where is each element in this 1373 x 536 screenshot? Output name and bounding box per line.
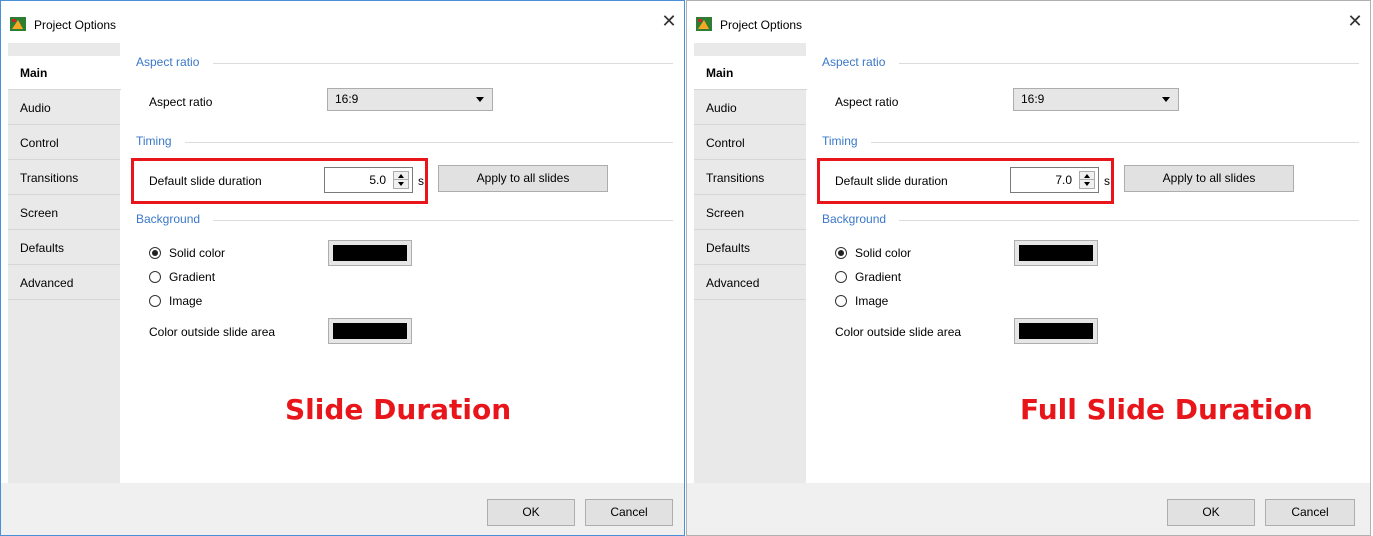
full-slide-duration-caption: Full Slide Duration: [1020, 393, 1313, 426]
tab-screen[interactable]: Screen: [694, 196, 806, 230]
project-options-dialog-left: Project Options ✕ Main Audio Control Tra…: [0, 0, 685, 536]
outside-color-swatch[interactable]: [1014, 318, 1098, 344]
aspect-ratio-label: Aspect ratio: [149, 95, 213, 109]
gradient-label: Gradient: [855, 270, 902, 284]
chevron-down-icon: [1162, 97, 1170, 102]
aspect-ratio-value: 16:9: [1021, 92, 1045, 106]
tab-defaults[interactable]: Defaults: [8, 231, 120, 265]
image-radio[interactable]: [835, 295, 847, 307]
window-title: Project Options: [34, 18, 117, 32]
swatch-fill: [333, 245, 407, 261]
main-tab-content: Aspect ratio Aspect ratio 16:9 Timing De…: [807, 43, 1367, 483]
solid-color-swatch[interactable]: [1014, 240, 1098, 266]
close-icon[interactable]: ✕: [1340, 10, 1370, 32]
tab-audio[interactable]: Audio: [8, 91, 120, 125]
section-divider: [213, 220, 673, 221]
apply-to-all-slides-button[interactable]: Apply to all slides: [1124, 165, 1294, 192]
slide-duration-caption: Slide Duration: [285, 393, 512, 426]
options-tab-list: Main Audio Control Transitions Screen De…: [8, 43, 121, 483]
color-outside-slide-area-label: Color outside slide area: [149, 325, 276, 339]
tab-main[interactable]: Main: [8, 56, 121, 90]
chevron-down-icon: [476, 97, 484, 102]
close-icon[interactable]: ✕: [654, 10, 684, 32]
solid-color-radio[interactable]: [835, 247, 847, 259]
section-aspect-ratio: Aspect ratio: [136, 55, 200, 69]
window-title: Project Options: [720, 18, 803, 32]
tab-main[interactable]: Main: [694, 56, 807, 90]
section-timing: Timing: [136, 134, 172, 148]
duration-highlight-box: [817, 158, 1114, 204]
aspect-ratio-label: Aspect ratio: [835, 95, 899, 109]
aspect-ratio-value: 16:9: [335, 92, 359, 106]
outside-color-swatch[interactable]: [328, 318, 412, 344]
section-timing: Timing: [822, 134, 858, 148]
main-tab-content: Aspect ratio Aspect ratio 16:9 Timing De…: [121, 43, 681, 483]
ok-button[interactable]: OK: [487, 499, 575, 526]
tab-control[interactable]: Control: [694, 126, 806, 160]
section-divider: [871, 142, 1359, 143]
section-divider: [899, 220, 1359, 221]
duration-highlight-box: [131, 158, 428, 204]
solid-color-label: Solid color: [169, 246, 226, 260]
project-options-dialog-right: Project Options ✕ Main Audio Control Tra…: [686, 0, 1371, 536]
section-divider: [213, 63, 673, 64]
title-bar: Project Options ✕: [687, 1, 1370, 33]
cancel-button[interactable]: Cancel: [585, 499, 673, 526]
image-radio[interactable]: [149, 295, 161, 307]
project-options-app-icon: [10, 17, 26, 31]
aspect-ratio-select[interactable]: 16:9: [1013, 88, 1179, 111]
section-divider: [899, 63, 1359, 64]
gradient-radio[interactable]: [835, 271, 847, 283]
dialog-footer: OK Cancel: [687, 483, 1370, 535]
tab-transitions[interactable]: Transitions: [694, 161, 806, 195]
tab-audio[interactable]: Audio: [694, 91, 806, 125]
section-background: Background: [136, 212, 201, 226]
tab-list-spacer: [694, 43, 806, 56]
solid-color-label: Solid color: [855, 246, 912, 260]
swatch-fill: [1019, 245, 1093, 261]
swatch-fill: [1019, 323, 1093, 339]
project-options-app-icon: [696, 17, 712, 31]
swatch-fill: [333, 323, 407, 339]
gradient-label: Gradient: [169, 270, 216, 284]
options-tab-list: Main Audio Control Transitions Screen De…: [694, 43, 807, 483]
section-background: Background: [822, 212, 887, 226]
image-label: Image: [855, 294, 889, 308]
image-label: Image: [169, 294, 203, 308]
tab-control[interactable]: Control: [8, 126, 120, 160]
cancel-button[interactable]: Cancel: [1265, 499, 1355, 526]
section-divider: [185, 142, 673, 143]
ok-button[interactable]: OK: [1167, 499, 1255, 526]
section-aspect-ratio: Aspect ratio: [822, 55, 886, 69]
tab-screen[interactable]: Screen: [8, 196, 120, 230]
dialog-footer: OK Cancel: [1, 483, 684, 535]
solid-color-radio[interactable]: [149, 247, 161, 259]
gradient-radio[interactable]: [149, 271, 161, 283]
tab-advanced[interactable]: Advanced: [8, 266, 120, 300]
title-bar: Project Options ✕: [1, 1, 684, 33]
solid-color-swatch[interactable]: [328, 240, 412, 266]
color-outside-slide-area-label: Color outside slide area: [835, 325, 962, 339]
tab-list-spacer: [8, 43, 120, 56]
aspect-ratio-select[interactable]: 16:9: [327, 88, 493, 111]
tab-advanced[interactable]: Advanced: [694, 266, 806, 300]
apply-to-all-slides-button[interactable]: Apply to all slides: [438, 165, 608, 192]
tab-transitions[interactable]: Transitions: [8, 161, 120, 195]
tab-defaults[interactable]: Defaults: [694, 231, 806, 265]
